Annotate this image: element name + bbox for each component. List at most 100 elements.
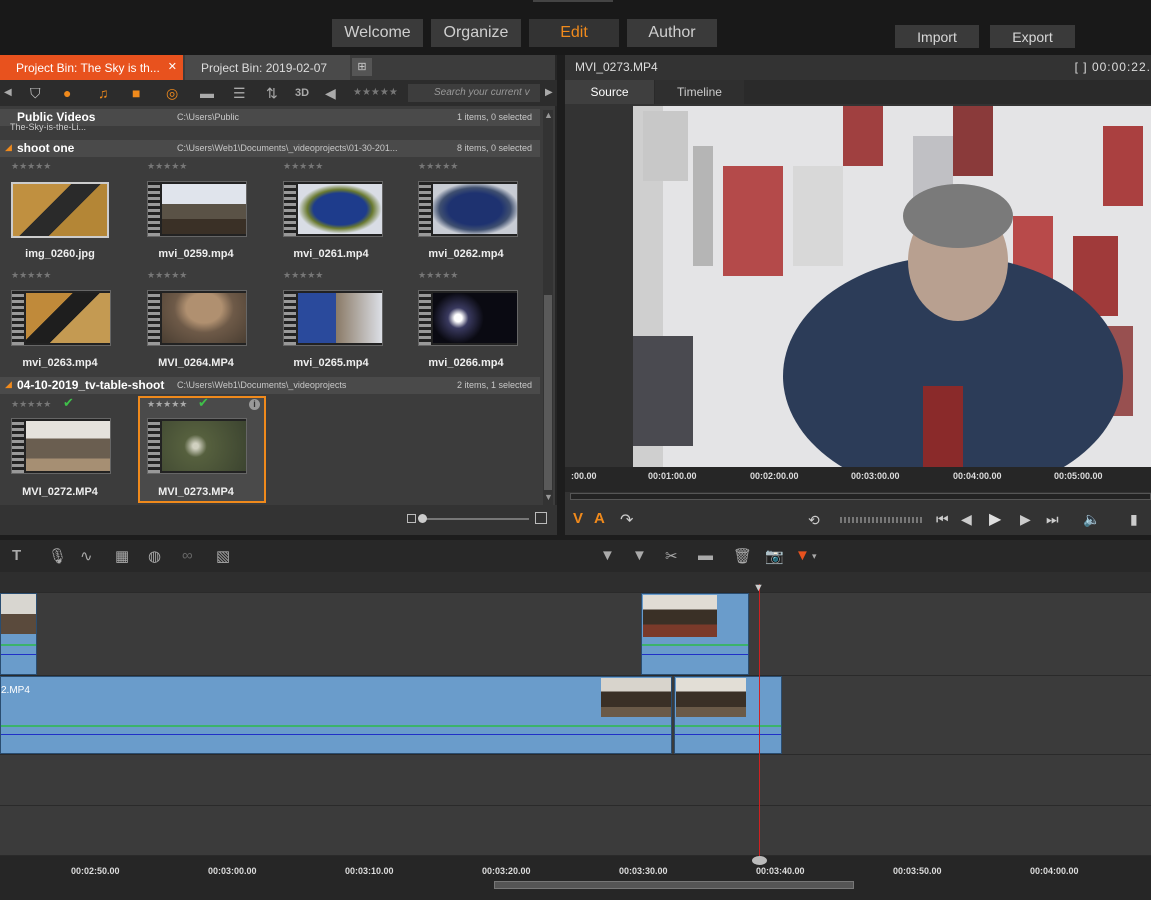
microphone-icon[interactable]: 🎙 [48,547,67,565]
clip-thumbnail[interactable] [11,182,109,238]
large-thumb-icon[interactable] [535,512,547,524]
send-to-timeline-icon[interactable]: ↷ [620,510,633,530]
zoom-slider[interactable] [419,518,529,520]
expand-triangle-icon[interactable]: ◢ [5,142,12,153]
sort-icon[interactable]: ⇅ [266,83,278,103]
scroll-up-icon[interactable]: ▲ [544,110,553,120]
list-view-icon[interactable]: ☰ [233,83,246,103]
scrollbar-thumb[interactable] [544,295,552,490]
project-icon[interactable]: ◎ [166,83,178,103]
preview-ruler[interactable]: :00.00 00:01:00.00 00:02:00.00 00:03:00.… [565,467,1151,492]
timeline-clip[interactable] [0,593,37,675]
go-to-start-icon[interactable]: ⏮ [936,511,949,528]
rating-stars[interactable]: ★★★★★ [418,270,458,281]
folder-icon[interactable]: ▬ [200,83,214,103]
nav-tab-edit[interactable]: Edit [529,19,619,47]
audio-icon[interactable]: ♫ [98,83,109,103]
playhead-line[interactable] [759,584,760,856]
go-to-end-icon[interactable]: ⏭ [1046,511,1059,528]
rating-stars[interactable]: ★★★★★ [418,161,458,172]
montage-icon[interactable]: ▦ [115,547,129,565]
shuttle-control[interactable] [840,517,922,523]
zoom-slider-handle[interactable] [418,514,427,523]
clip-thumbnail[interactable] [11,418,111,474]
nav-tab-organize[interactable]: Organize [431,19,521,47]
group-header-tv-table-shoot[interactable]: ◢ 04-10-2019_tv-table-shoot C:\Users\Web… [0,377,540,394]
tab-timeline[interactable]: Timeline [655,80,744,104]
import-button[interactable]: Import [895,25,979,48]
add-collection-icon[interactable]: ⛉ [30,83,41,103]
audio-ducking-icon[interactable]: ∿ [80,547,93,565]
tab-source[interactable]: Source [565,80,654,104]
volume-icon[interactable]: 🔈 [1083,511,1100,528]
audio-toggle[interactable]: A [594,510,605,527]
export-button[interactable]: Export [990,25,1075,48]
new-tab-icon[interactable]: ⊞ [352,58,372,76]
tab-project-bin-2019[interactable]: Project Bin: 2019-02-07 [185,55,350,80]
link-icon[interactable]: ∞ [182,547,193,564]
group-header-shoot-one[interactable]: ◢ shoot one C:\Users\Web1\Documents\_vid… [0,140,540,157]
tag-icon[interactable]: ◀ [325,83,336,103]
razor-icon[interactable]: ✂ [665,547,678,565]
small-thumb-icon[interactable] [407,514,416,523]
playhead-ruler-handle[interactable] [752,856,767,865]
search-input[interactable]: Search your current v [408,84,540,102]
track-1[interactable] [0,593,1151,676]
clip-thumbnail[interactable] [11,290,111,346]
track-4[interactable] [0,806,1151,856]
nav-tab-author[interactable]: Author [627,19,717,47]
timeline-clip[interactable]: 2.MP4 [0,676,672,754]
rating-stars[interactable]: ★★★★★ [283,270,323,281]
marker-icon[interactable]: ▼ [795,547,810,564]
mark-in-icon[interactable]: ▼ [600,547,615,564]
scroll-right-icon[interactable]: ▶ [545,83,553,103]
clip-thumbnail[interactable] [283,290,383,346]
nav-tab-welcome[interactable]: Welcome [332,19,423,47]
mark-out-icon[interactable]: ▼ [632,547,647,564]
rating-stars[interactable]: ★★★★★ [11,161,51,172]
info-icon[interactable]: i [249,399,260,410]
timeline-clip[interactable] [674,676,782,754]
expand-triangle-icon[interactable]: ◢ [5,379,12,390]
clip-thumbnail[interactable] [283,181,383,237]
clip-thumbnail[interactable] [418,181,518,237]
play-icon[interactable]: ▶ [989,509,1001,529]
clip-thumbnail[interactable] [147,418,247,474]
timeline-clip[interactable] [641,593,749,675]
preview-scrubber[interactable] [570,493,1151,500]
rating-stars[interactable]: ★★★★★ [11,270,51,281]
video-icon[interactable]: ● [63,83,71,103]
step-back-icon[interactable]: ◀ [961,511,972,528]
clip-thumbnail[interactable] [147,181,247,237]
fullscreen-icon[interactable]: ▮ [1130,511,1138,528]
video-toggle[interactable]: V [573,510,583,527]
scroll-left-icon[interactable]: ◀ [4,83,12,103]
playhead-handle-icon[interactable]: ▼ [753,582,764,594]
trash-icon[interactable]: 🗑 [733,547,752,565]
rating-stars[interactable]: ★★★★★ [147,161,187,172]
video-preview[interactable] [633,106,1151,468]
photo-icon[interactable]: ■ [132,83,140,103]
scroll-down-icon[interactable]: ▼ [544,492,553,502]
step-forward-icon[interactable]: ▶ [1020,511,1031,528]
motion-icon[interactable]: ◍ [148,547,161,565]
rating-filter-icon[interactable]: ★★★★★ [353,83,398,103]
dropdown-icon[interactable]: ▾ [812,551,817,562]
timeline-ruler[interactable]: 00:02:50.00 00:03:00.00 00:03:10.00 00:0… [0,856,1151,900]
3d-filter-button[interactable]: 3D [295,83,309,103]
tab-project-bin-sky[interactable]: Project Bin: The Sky is th... ✕ [0,55,183,80]
close-icon[interactable]: ✕ [168,60,177,73]
snapshot-icon[interactable]: 📷 [765,547,784,565]
loop-icon[interactable]: ⟲ [808,512,820,529]
image-edit-icon[interactable]: ▧ [216,547,230,565]
rating-stars[interactable]: ★★★★★ [11,399,51,410]
rating-stars[interactable]: ★★★★★ [147,399,187,410]
clip-thumbnail[interactable] [418,290,518,346]
title-text-icon[interactable]: T [12,547,21,564]
timeline-scrollbar[interactable] [494,881,854,889]
rating-stars[interactable]: ★★★★★ [147,270,187,281]
trim-icon[interactable]: ▬ [698,547,713,564]
track-3[interactable] [0,755,1151,806]
clip-thumbnail[interactable] [147,290,247,346]
rating-stars[interactable]: ★★★★★ [283,161,323,172]
